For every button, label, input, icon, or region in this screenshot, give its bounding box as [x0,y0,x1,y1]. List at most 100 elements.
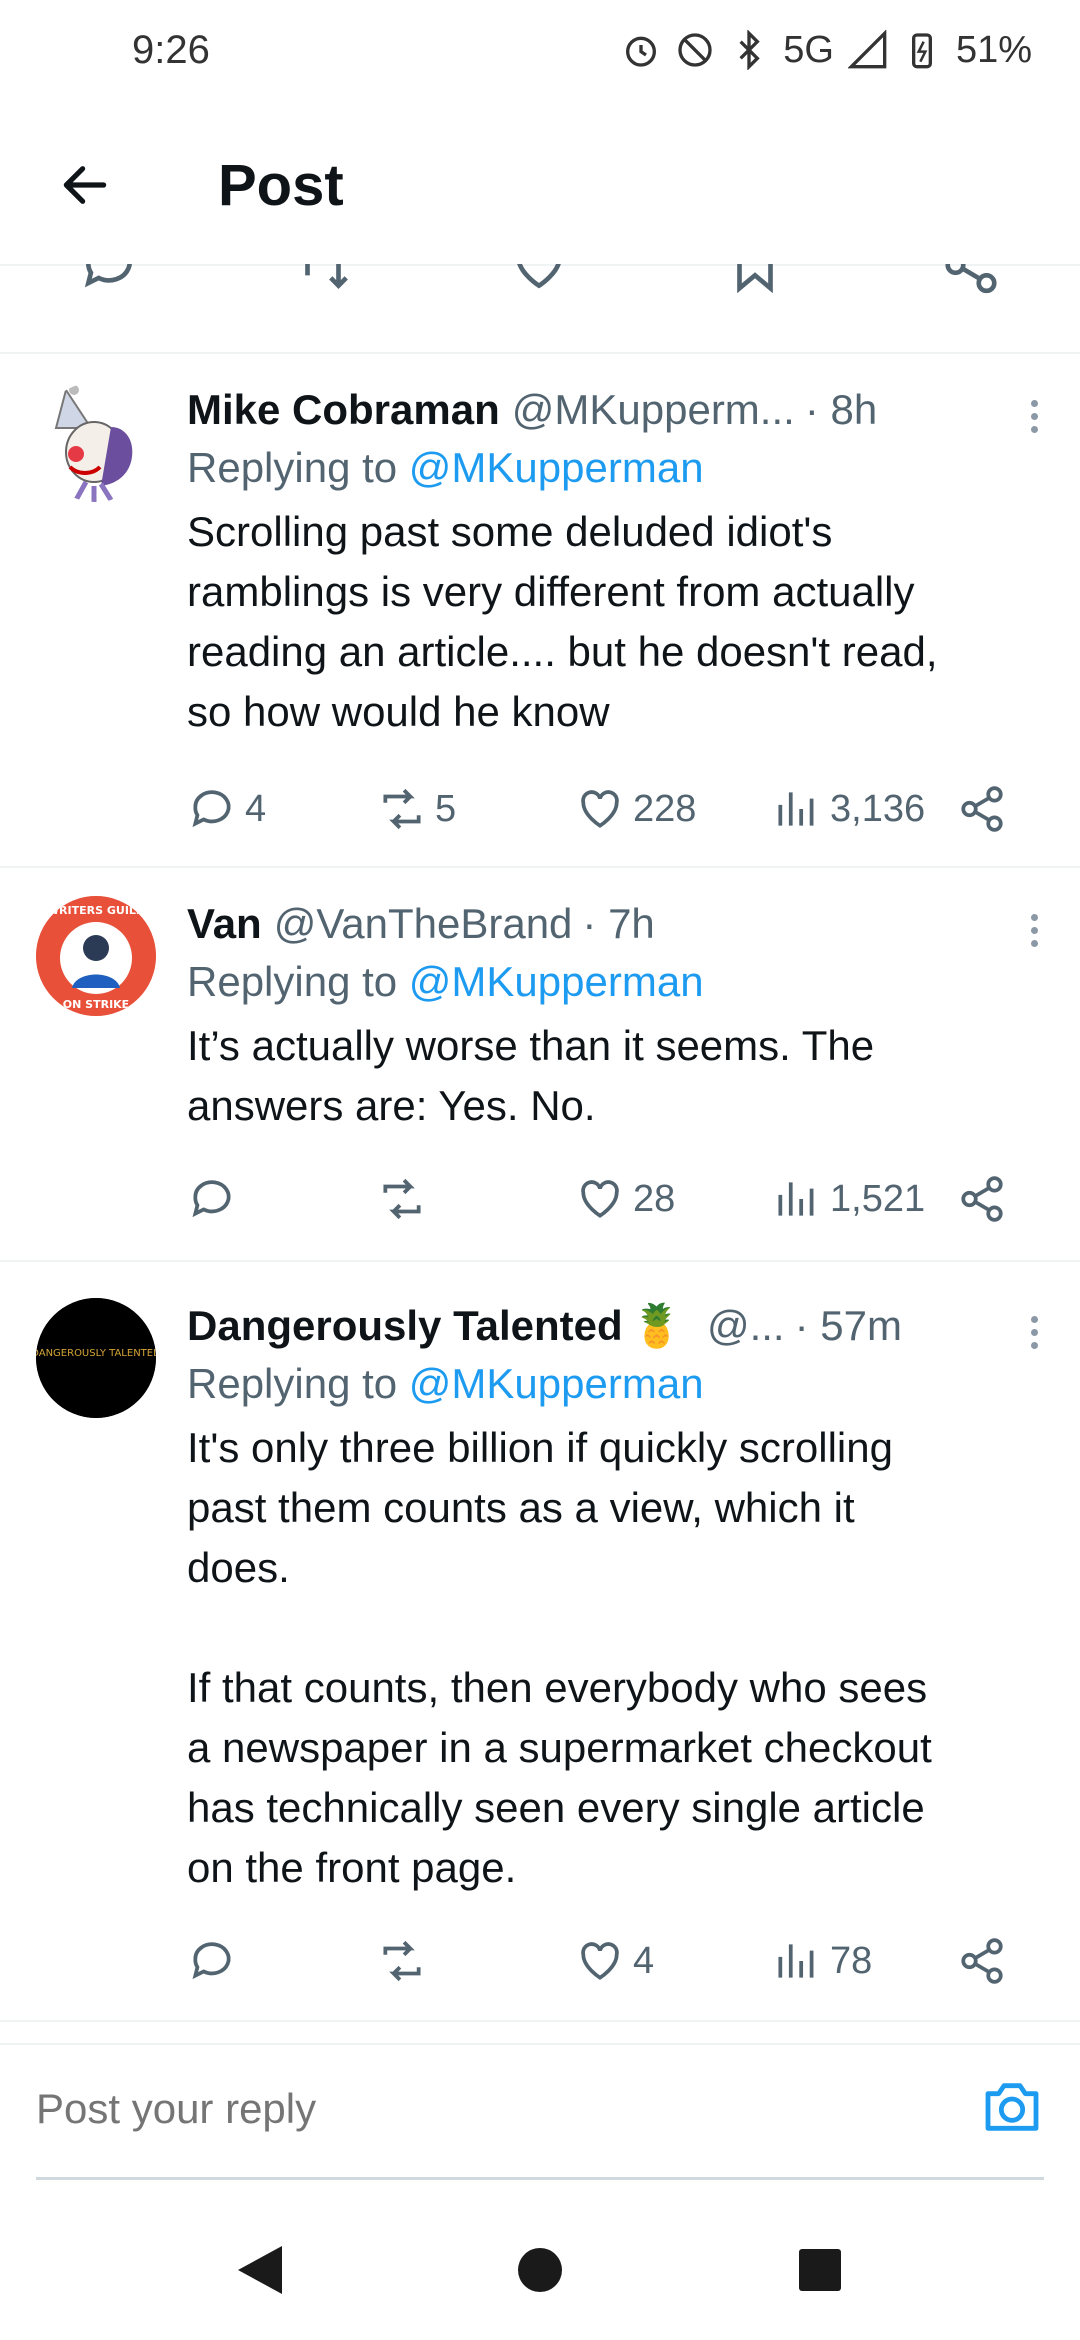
reply-composer [0,2043,1080,2183]
post-actions: 4 78 [187,1936,1047,1996]
post-time: · 7h [582,900,655,947]
more-options-button[interactable] [1024,1316,1044,1356]
replying-to-line: Replying to @MKupperman [187,952,1040,1012]
reply-icon [192,1942,231,1980]
avatar[interactable] [36,382,156,502]
reply-post[interactable]: Mike Cobraman @MKupperm... · 8h Replying… [0,354,1080,868]
replying-to-label: Replying to [187,1360,409,1407]
repost-button[interactable] [377,1174,435,1224]
author-name[interactable]: Dangerously Talented [187,1298,623,1354]
reply-post[interactable]: WRITERS GUILD ON STRIKE Van @VanTheBrand… [0,868,1080,1262]
like-button[interactable]: 28 [575,1174,675,1224]
repost-button[interactable] [377,1936,435,1986]
battery-icon [911,33,932,69]
reply-post[interactable]: DANGEROUSLY TALENTED Dangerously Talente… [0,1262,1080,2022]
pineapple-emoji: 🍍 [630,1302,683,1349]
analytics-icon [778,792,814,826]
views-button[interactable]: 3,136 [772,784,925,834]
author-handle[interactable]: @... [707,1298,785,1354]
nav-home-button[interactable] [500,2230,580,2310]
heart-icon [581,1180,619,1218]
view-count: 3,136 [830,787,926,830]
views-button[interactable]: 78 [772,1936,872,1986]
post-actions: 4 5 228 3,136 [187,784,1047,844]
post-time: · 57m [794,1302,902,1349]
view-count: 1,521 [830,1177,926,1220]
repost-icon[interactable] [292,264,354,296]
more-options-button[interactable] [1024,400,1044,440]
mention-link[interactable]: @MKupperman [409,1360,704,1407]
writers-guild-avatar-icon: WRITERS GUILD ON STRIKE [36,896,156,1016]
like-count: 228 [633,787,697,830]
share-button[interactable] [957,784,1007,834]
share-icon [961,1938,1003,1984]
reply-button[interactable] [187,1936,245,1986]
author-handle[interactable]: @VanTheBrand [274,896,573,952]
share-button[interactable] [957,1174,1007,1224]
repost-count: 5 [435,787,457,830]
mention-link[interactable]: @MKupperman [409,444,704,491]
reply-icon[interactable] [78,264,140,296]
share-icon [961,1176,1003,1222]
alarm-icon [626,36,657,67]
avatar[interactable]: WRITERS GUILD ON STRIKE [36,896,156,1016]
camera-icon[interactable] [980,2075,1044,2139]
clown-avatar-icon [54,385,133,502]
app-header: Post [0,110,1080,260]
status-icons: 5G 51% [621,29,1032,72]
nav-recents-button[interactable] [780,2230,860,2310]
mention-link[interactable]: @MKupperman [409,958,704,1005]
reply-icon [192,790,231,828]
square-recents-icon [799,2249,841,2291]
post-actions: 28 1,521 [187,1174,1047,1234]
heart-icon [581,1942,619,1980]
avatar-text-top: WRITERS GUILD [47,904,145,917]
battery-level: 51% [955,28,1032,71]
author-handle[interactable]: @MKupperm... [512,382,795,438]
dangerously-talented-avatar-icon: DANGEROUSLY TALENTED [36,1298,156,1418]
repost-icon [383,788,421,830]
like-icon[interactable] [508,264,570,296]
triangle-back-icon [238,2246,282,2294]
reply-count: 4 [245,787,267,830]
status-time: 9:26 [132,27,210,72]
reply-input-underline [36,2177,1044,2180]
repost-icon [383,1940,421,1982]
reply-button[interactable] [187,1174,245,1224]
reply-icon [192,1180,231,1218]
replying-to-line: Replying to @MKupperman [187,438,1040,498]
page-title: Post [218,152,344,218]
repost-icon [383,1178,421,1220]
bluetooth-icon [739,30,760,70]
reply-input[interactable] [36,2085,836,2133]
post-text: It's only three billion if quickly scrol… [187,1424,932,1891]
back-button[interactable] [30,130,140,240]
views-button[interactable]: 1,521 [772,1174,925,1224]
status-bar: 9:26 5G 51% [0,0,1080,100]
nav-back-button[interactable] [220,2230,300,2310]
like-button[interactable]: 4 [575,1936,654,1986]
more-dots-icon [1030,914,1038,921]
analytics-icon [778,1944,814,1978]
like-button[interactable]: 228 [575,784,696,834]
repost-button[interactable]: 5 [377,784,456,834]
avatar-text: DANGEROUSLY TALENTED [36,1348,156,1359]
avatar[interactable]: DANGEROUSLY TALENTED [36,1298,156,1418]
more-options-button[interactable] [1024,914,1044,954]
reply-button[interactable]: 4 [187,784,266,834]
like-count: 4 [633,1939,655,1982]
nfc-icon [678,33,712,67]
replying-to-line: Replying to @MKupperman [187,1354,1040,1414]
like-count: 28 [633,1177,676,1220]
system-nav-bar [0,2200,1080,2340]
parent-post-actions [0,264,1080,354]
author-name[interactable]: Mike Cobraman [187,382,500,438]
share-icon[interactable] [940,264,1002,296]
share-button[interactable] [957,1936,1007,1986]
network-label: 5G [783,28,834,71]
bookmark-icon[interactable] [724,264,786,296]
replying-to-label: Replying to [187,958,409,1005]
more-dots-icon [1030,400,1038,407]
circle-home-icon [518,2248,562,2292]
author-name[interactable]: Van [187,896,262,952]
